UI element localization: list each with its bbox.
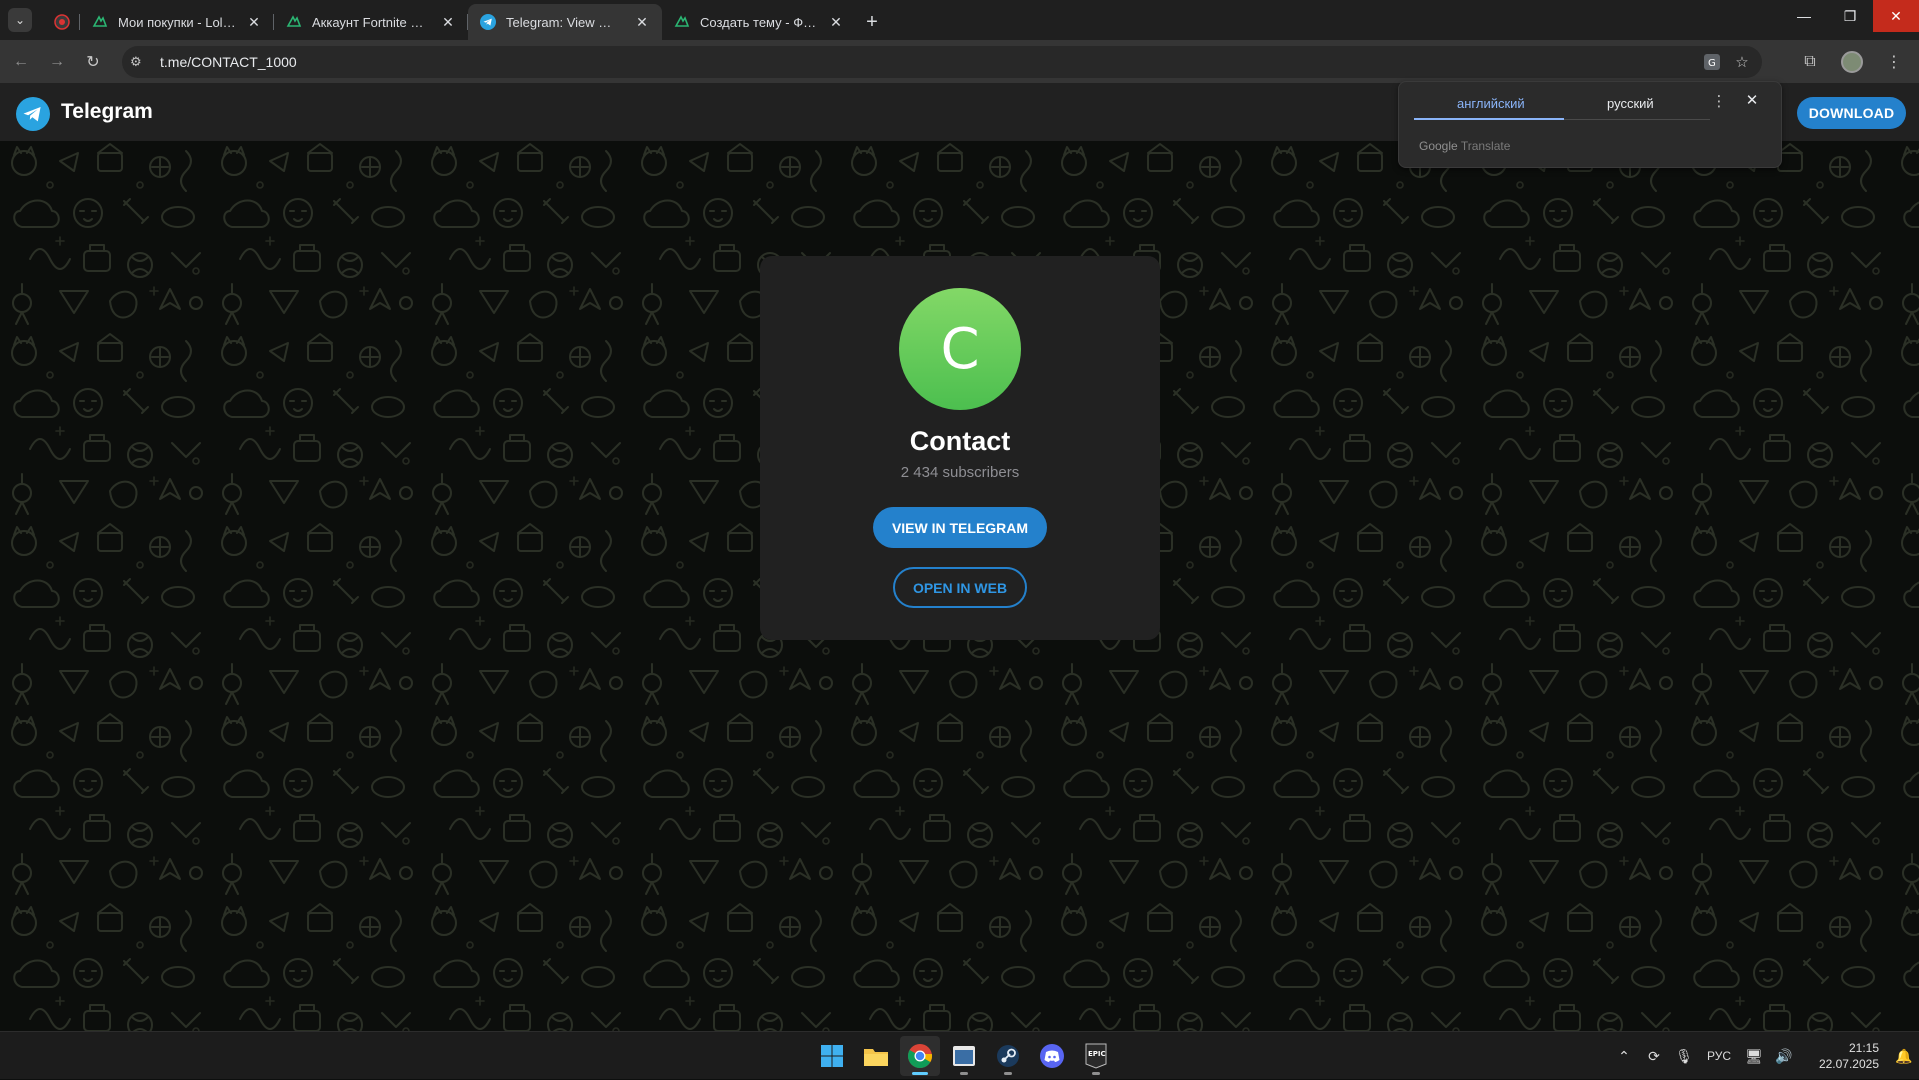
download-button[interactable]: DOWNLOAD bbox=[1797, 97, 1906, 129]
google-wordmark: Google bbox=[1419, 139, 1458, 153]
tab-telegram[interactable]: Telegram: View @CONTACT_10 ✕ bbox=[468, 4, 662, 40]
tab-lolzteam-purchases[interactable]: Мои покупки - Lolzteam Mark ✕ bbox=[80, 4, 274, 40]
plus-icon: + bbox=[866, 10, 878, 33]
tab-title: Telegram: View @CONTACT_10 bbox=[506, 14, 624, 30]
bookmark-star-icon[interactable]: ☆ bbox=[1730, 50, 1754, 74]
tab-title: Аккаунт Fortnite Prsc | 35 Skins bbox=[312, 14, 430, 30]
input-language[interactable]: РУС bbox=[1699, 1049, 1739, 1063]
browser-tabstrip: ⌄ Мои покупки - Lolzteam Mark ✕ Аккаунт … bbox=[0, 0, 1919, 40]
taskbar-file-explorer[interactable] bbox=[856, 1036, 896, 1076]
volume-icon[interactable]: 🔊 bbox=[1769, 1048, 1799, 1065]
arrow-right-icon: → bbox=[49, 53, 65, 70]
new-tab-button[interactable]: + bbox=[856, 4, 888, 40]
microphone-icon[interactable]: 🎙 bbox=[1669, 1048, 1699, 1065]
clock-time: 21:15 bbox=[1848, 1041, 1879, 1055]
reload-icon: ↻ bbox=[86, 54, 100, 71]
chevron-up-icon[interactable]: ⌃ bbox=[1609, 1048, 1639, 1065]
chevron-down-icon: ⌄ bbox=[14, 13, 26, 27]
back-button[interactable]: ← bbox=[9, 50, 33, 74]
extensions-puzzle-icon[interactable]: ⧉ bbox=[1796, 48, 1824, 76]
tab-title: Мои покупки - Lolzteam Mark bbox=[118, 14, 236, 30]
page-content: Telegram DOWNLOAD C Contact 2 434 subscr… bbox=[0, 83, 1919, 1031]
system-tray: ⌃ ⟳ 🎙 РУС 🖥 🔊 21:15 22.07.2025 🔔 bbox=[1609, 1032, 1919, 1080]
omnibox-actions: G ☆ bbox=[1700, 50, 1754, 74]
close-icon[interactable]: ✕ bbox=[828, 14, 844, 30]
translate-icon[interactable]: G bbox=[1700, 50, 1724, 74]
taskbar-discord[interactable] bbox=[1032, 1036, 1072, 1076]
active-indicator bbox=[912, 1072, 928, 1075]
tab-list: Мои покупки - Lolzteam Mark ✕ Аккаунт Fo… bbox=[44, 4, 888, 40]
profile-button[interactable] bbox=[1838, 48, 1866, 76]
active-tab-indicator bbox=[1414, 118, 1564, 120]
address-bar[interactable]: ⚙ t.me/CONTACT_1000 G ☆ bbox=[122, 46, 1762, 78]
telegram-brand[interactable]: Telegram bbox=[61, 100, 153, 124]
tab-search-button[interactable]: ⌄ bbox=[8, 8, 32, 32]
taskbar-epic-games[interactable]: EPIC bbox=[1076, 1036, 1116, 1076]
network-icon[interactable]: 🖥 bbox=[1739, 1048, 1769, 1065]
translate-wordmark: Translate bbox=[1460, 139, 1511, 153]
tab-divider bbox=[1564, 119, 1710, 120]
google-translate-credit: Google Translate bbox=[1419, 139, 1510, 153]
app-window-icon bbox=[953, 1046, 975, 1066]
tab-title: Создать тему - Форум социал bbox=[700, 14, 818, 30]
clock[interactable]: 21:15 22.07.2025 bbox=[1799, 1040, 1879, 1072]
arrow-left-icon: ← bbox=[13, 53, 29, 70]
taskbar-chrome[interactable] bbox=[900, 1036, 940, 1076]
toolbar-right: ⧉ ⋮ bbox=[1796, 48, 1908, 76]
windows-start-icon bbox=[821, 1045, 843, 1067]
profile-avatar bbox=[1841, 51, 1863, 73]
running-indicator bbox=[1092, 1072, 1100, 1075]
tab-extension[interactable] bbox=[44, 4, 80, 40]
open-in-web-button[interactable]: OPEN IN WEB bbox=[893, 567, 1027, 608]
browser-toolbar: ← → ↻ ⚙ t.me/CONTACT_1000 G ☆ bbox=[0, 40, 1919, 83]
lolzteam-icon bbox=[92, 15, 108, 27]
translate-target-language-tab[interactable]: русский bbox=[1607, 96, 1654, 111]
lolzteam-icon bbox=[286, 15, 302, 27]
sync-icon[interactable]: ⟳ bbox=[1639, 1048, 1669, 1065]
discord-icon bbox=[1040, 1044, 1064, 1068]
window-controls: — ❐ ✕ bbox=[1781, 0, 1919, 32]
url-text[interactable]: t.me/CONTACT_1000 bbox=[160, 54, 297, 70]
taskbar-steam[interactable] bbox=[988, 1036, 1028, 1076]
channel-card: C Contact 2 434 subscribers VIEW IN TELE… bbox=[760, 256, 1160, 640]
reload-button[interactable]: ↻ bbox=[81, 50, 105, 74]
close-icon[interactable]: ✕ bbox=[1743, 91, 1761, 109]
chrome-icon bbox=[907, 1044, 933, 1069]
tab-create-topic[interactable]: Создать тему - Форум социал ✕ bbox=[662, 4, 856, 40]
taskbar-app-window[interactable] bbox=[944, 1036, 984, 1076]
steam-icon bbox=[997, 1045, 1019, 1067]
minimize-button[interactable]: — bbox=[1781, 0, 1827, 32]
epic-games-icon: EPIC bbox=[1085, 1043, 1107, 1069]
site-info-icon[interactable]: ⚙ bbox=[130, 54, 150, 70]
extension-record-icon bbox=[54, 14, 70, 30]
tab-fortnite-account[interactable]: Аккаунт Fortnite Prsc | 35 Skins ✕ bbox=[274, 4, 468, 40]
notification-bell-icon[interactable]: 🔔 bbox=[1889, 1048, 1919, 1065]
telegram-icon bbox=[480, 14, 496, 30]
file-explorer-icon bbox=[864, 1049, 888, 1066]
running-indicator bbox=[1004, 1072, 1012, 1075]
close-icon[interactable]: ✕ bbox=[634, 14, 650, 30]
channel-avatar: C bbox=[899, 288, 1021, 410]
window-close-button[interactable]: ✕ bbox=[1873, 0, 1919, 32]
close-icon[interactable]: ✕ bbox=[440, 14, 456, 30]
windows-taskbar: EPIC ⌃ ⟳ 🎙 РУС 🖥 🔊 21:15 22.07.2025 🔔 bbox=[0, 1031, 1919, 1079]
view-in-telegram-button[interactable]: VIEW IN TELEGRAM bbox=[873, 507, 1047, 548]
lolzteam-icon bbox=[674, 15, 690, 27]
clock-date: 22.07.2025 bbox=[1818, 1057, 1879, 1071]
start-button[interactable] bbox=[812, 1036, 852, 1076]
browser-menu-icon[interactable]: ⋮ bbox=[1880, 48, 1908, 76]
taskbar-apps: EPIC bbox=[812, 1036, 1116, 1076]
close-icon[interactable]: ✕ bbox=[246, 14, 262, 30]
translate-popup: английский русский ⋮ ✕ Google Translate bbox=[1398, 81, 1782, 168]
translate-source-language-tab[interactable]: английский bbox=[1457, 96, 1525, 111]
restore-button[interactable]: ❐ bbox=[1827, 0, 1873, 32]
epic-label: EPIC bbox=[1088, 1050, 1106, 1058]
forward-button[interactable]: → bbox=[45, 50, 69, 74]
svg-text:G: G bbox=[1708, 58, 1716, 69]
telegram-logo-icon[interactable] bbox=[16, 97, 50, 131]
subscriber-count: 2 434 subscribers bbox=[900, 464, 1020, 481]
channel-name: Contact bbox=[909, 426, 1011, 456]
running-indicator bbox=[960, 1072, 968, 1075]
more-options-icon[interactable]: ⋮ bbox=[1711, 92, 1727, 110]
